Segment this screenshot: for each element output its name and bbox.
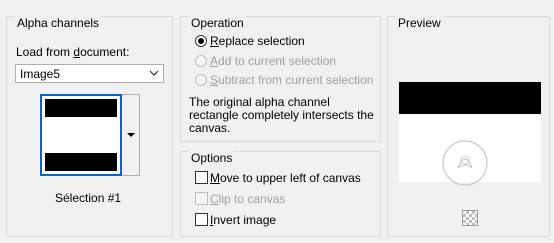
invert-image-label[interactable]: Invert image bbox=[210, 213, 276, 227]
operation-info-line-1: The original alpha channel bbox=[189, 95, 330, 109]
operation-info-line-2: rectangle completely intersects the bbox=[189, 108, 374, 122]
document-select[interactable]: Image5 bbox=[15, 64, 164, 83]
chevron-down-icon bbox=[149, 70, 159, 76]
dropdown-arrow-icon bbox=[127, 133, 135, 137]
watermark-seal bbox=[442, 140, 488, 186]
replace-selection-label[interactable]: Replace selection bbox=[210, 34, 305, 48]
invert-image-checkbox[interactable] bbox=[195, 213, 208, 226]
load-from-document-label: Load from document: bbox=[16, 45, 130, 59]
thumbnail-image bbox=[45, 99, 117, 171]
operation-title: Operation bbox=[189, 16, 246, 30]
subtract-from-selection-radio[interactable] bbox=[195, 74, 207, 86]
preview-title: Preview bbox=[396, 16, 443, 30]
subtract-from-selection-label[interactable]: Subtract from current selection bbox=[210, 73, 373, 87]
preview-black-band bbox=[399, 82, 541, 114]
transparency-toggle-icon[interactable] bbox=[462, 210, 478, 226]
move-to-upper-left-checkbox[interactable] bbox=[195, 171, 208, 184]
document-select-value: Image5 bbox=[20, 67, 61, 81]
clip-to-canvas-checkbox[interactable] bbox=[195, 192, 208, 205]
add-to-selection-label[interactable]: Add to current selection bbox=[210, 54, 336, 68]
channel-name-label: Sélection #1 bbox=[55, 191, 122, 205]
clip-to-canvas-label[interactable]: Clip to canvas bbox=[210, 192, 285, 206]
replace-selection-radio[interactable] bbox=[195, 35, 207, 47]
move-to-upper-left-label[interactable]: Move to upper left of canvas bbox=[210, 171, 361, 185]
alpha-channels-title: Alpha channels bbox=[15, 16, 102, 30]
operation-info-line-3: canvas. bbox=[189, 121, 231, 135]
alpha-channel-thumbnail[interactable] bbox=[40, 94, 122, 176]
thumbnail-dropdown-button[interactable] bbox=[122, 94, 140, 176]
add-to-selection-radio[interactable] bbox=[195, 55, 207, 67]
options-title: Options bbox=[189, 151, 235, 165]
